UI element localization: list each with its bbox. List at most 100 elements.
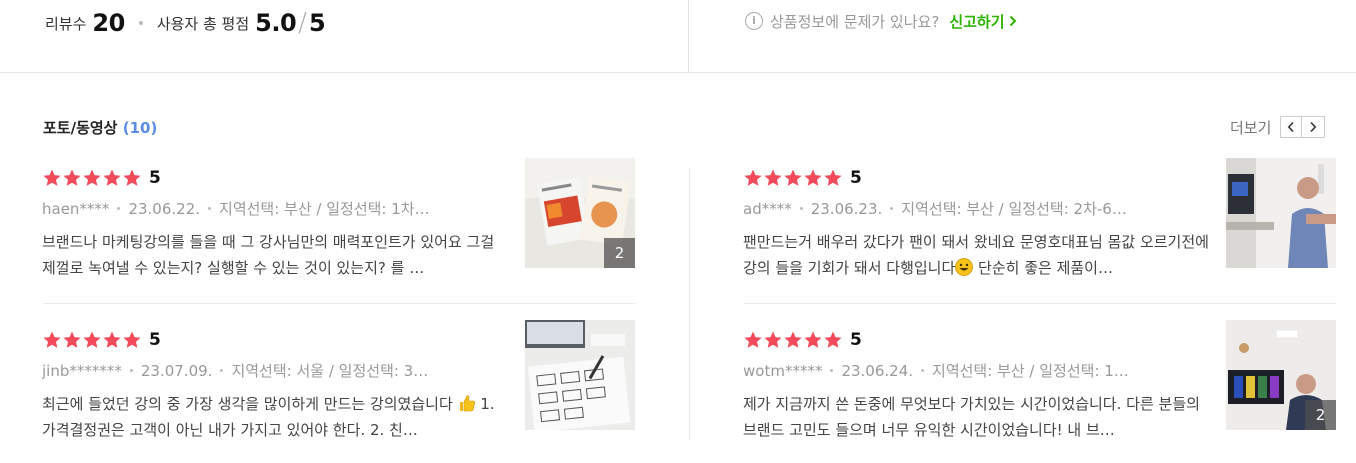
review-date: 23.06.24. (841, 361, 914, 380)
separator-dot (129, 369, 133, 372)
next-button[interactable] (1302, 116, 1326, 138)
star-icon (43, 331, 61, 348)
photo-thumbnail-image (1226, 158, 1336, 268)
review-count: 20 (92, 9, 125, 37)
review-options: 지역선택: 부산 / 일정선택: 2차-6… (901, 200, 1127, 218)
star-icon (784, 331, 802, 348)
report-area: i 상품정보에 문제가 있나요? 신고하기 (745, 9, 1017, 33)
separator-dot (208, 207, 212, 210)
review-summary-bar: 리뷰수 20 사용자 총 평점 5.0 / 5 i 상품정보에 문제가 있나요?… (0, 0, 1356, 73)
star-icon (63, 169, 81, 186)
prev-button[interactable] (1280, 116, 1303, 138)
row-divider (744, 303, 1336, 304)
star-icon (764, 331, 782, 348)
star-icon (43, 169, 61, 186)
separator-dot (799, 207, 803, 210)
star-rating: 5 (743, 330, 862, 350)
review-card[interactable]: 5 ad**** 23.06.23. 지역선택: 부산 / 일정선택: 2차-6… (743, 158, 1337, 281)
separator-dot (138, 21, 143, 25)
rating-max: 5 (308, 9, 326, 37)
review-card[interactable]: 5 wotm***** 23.06.24. 지역선택: 부산 / 일정선택: 1… (743, 320, 1337, 442)
star-icon (103, 331, 121, 348)
report-link-label: 신고하기 (949, 12, 1005, 31)
grinning-face-icon (955, 258, 974, 276)
review-score: 5 (149, 168, 161, 188)
star-rating: 5 (743, 168, 862, 188)
report-link[interactable]: 신고하기 (949, 11, 1016, 32)
review-user: jinb******* (42, 361, 122, 380)
column-divider (689, 168, 690, 440)
thumbs-up-icon (459, 395, 475, 412)
review-meta: wotm***** 23.06.24. 지역선택: 부산 / 일정선택: 1… (743, 360, 1163, 381)
separator-dot (830, 369, 834, 372)
summary-divider (688, 0, 689, 72)
separator-dot (117, 207, 121, 210)
review-text-part: 단순히 좋은 제품이… (973, 259, 1113, 277)
review-text-part: 최근에 들었던 강의 중 가장 생각을 많이하게 만드는 강의였습니다 (42, 395, 458, 413)
review-score: 5 (850, 330, 862, 350)
star-icon (83, 169, 101, 186)
review-text: 팬만드는거 배우러 갔다가 팬이 돼서 왔네요 문영호대표님 몸값 오르기전에 … (743, 229, 1211, 281)
review-date: 23.07.09. (140, 361, 213, 380)
info-icon: i (745, 12, 763, 30)
star-icon (123, 169, 141, 186)
photo-count-badge: 2 (1305, 400, 1336, 430)
review-photo[interactable]: 2 (525, 158, 635, 268)
chevron-right-icon (1310, 121, 1317, 133)
review-user: haen**** (42, 199, 110, 218)
star-rating: 5 (42, 168, 161, 188)
review-photo[interactable]: 2 (1226, 320, 1336, 430)
star-icon (804, 169, 822, 186)
review-card[interactable]: 5 haen**** 23.06.22. 지역선택: 부산 / 일정선택: 1차… (42, 158, 636, 280)
star-icon (83, 331, 101, 348)
review-text: 제가 지금까지 쓴 돈중에 무엇보다 가치있는 시간이었습니다. 다른 분들의 … (743, 395, 1200, 439)
review-options: 지역선택: 부산 / 일정선택: 1차… (219, 200, 430, 218)
review-text: 최근에 들었던 강의 중 가장 생각을 많이하게 만드는 강의였습니다 1. 가… (42, 391, 510, 443)
review-date: 23.06.22. (128, 199, 201, 218)
more-controls: 더보기 (1230, 116, 1326, 138)
star-rating: 5 (42, 330, 161, 350)
photo-thumbnail-image (525, 320, 635, 430)
review-user: ad**** (743, 199, 792, 218)
review-text: 브랜드나 마케팅강의를 들을 때 그 강사님만의 매력포인트가 있어요 그걸 제… (42, 233, 495, 277)
separator-dot (220, 369, 224, 372)
rating-value: 5.0 (255, 9, 297, 37)
chevron-left-icon (1288, 121, 1294, 133)
star-icon (123, 331, 141, 348)
rating-summary: 리뷰수 20 사용자 총 평점 5.0 / 5 (45, 6, 326, 40)
separator-dot (890, 207, 894, 210)
star-icon (824, 169, 842, 186)
review-options: 지역선택: 부산 / 일정선택: 1… (932, 362, 1129, 380)
review-user: wotm***** (743, 361, 823, 380)
star-icon (804, 331, 822, 348)
review-card[interactable]: 5 jinb******* 23.07.09. 지역선택: 서울 / 일정선택:… (42, 320, 636, 443)
more-link[interactable]: 더보기 (1230, 117, 1271, 138)
photo-section-label: 포토/동영상 (43, 119, 118, 137)
photo-count-badge: 2 (604, 238, 635, 268)
review-photo[interactable] (1226, 158, 1336, 268)
chevron-right-icon (1009, 15, 1016, 27)
review-count-label: 리뷰수 (45, 14, 87, 33)
review-score: 5 (850, 168, 862, 188)
star-icon (824, 331, 842, 348)
review-meta: ad**** 23.06.23. 지역선택: 부산 / 일정선택: 2차-6… (743, 198, 1163, 219)
star-icon (744, 331, 762, 348)
photo-section-title: 포토/동영상 (10) (43, 117, 157, 138)
separator-dot (921, 369, 925, 372)
star-icon (103, 169, 121, 186)
star-icon (63, 331, 81, 348)
rating-label: 사용자 총 평점 (156, 14, 250, 33)
review-date: 23.06.23. (810, 199, 883, 218)
review-meta: haen**** 23.06.22. 지역선택: 부산 / 일정선택: 1차… (42, 198, 462, 219)
star-icon (784, 169, 802, 186)
photo-section-count: (10) (122, 119, 158, 137)
review-score: 5 (149, 330, 161, 350)
row-divider (43, 303, 635, 304)
review-options: 지역선택: 서울 / 일정선택: 3… (231, 362, 429, 380)
review-photo[interactable] (525, 320, 635, 430)
rating-slash: / (298, 8, 307, 38)
review-meta: jinb******* 23.07.09. 지역선택: 서울 / 일정선택: 3… (42, 360, 462, 381)
star-icon (744, 169, 762, 186)
report-question: 상품정보에 문제가 있나요? (770, 12, 940, 31)
star-icon (764, 169, 782, 186)
